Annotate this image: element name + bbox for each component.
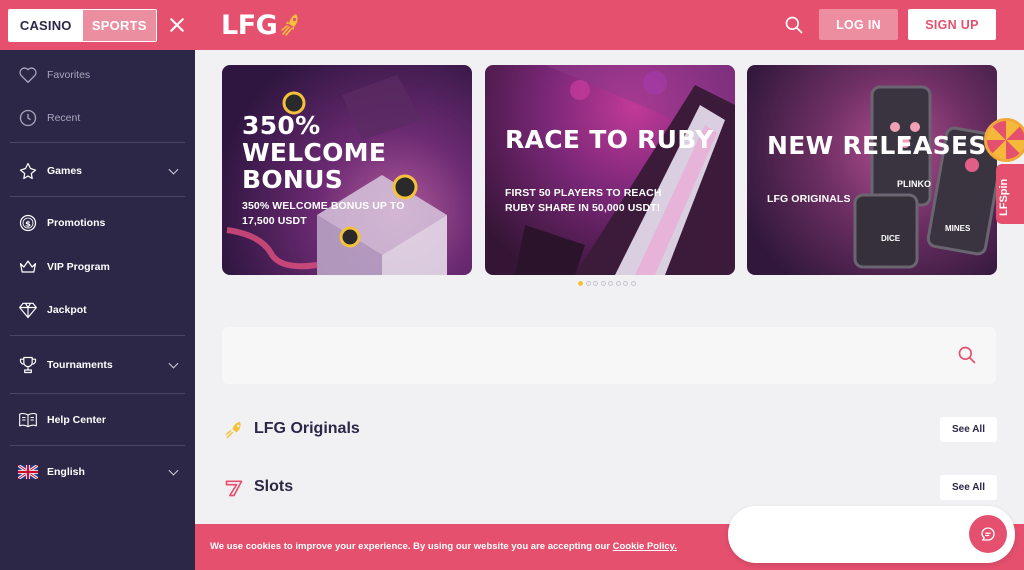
section-title: Slots bbox=[254, 478, 294, 495]
login-button[interactable]: LOG IN bbox=[819, 9, 898, 40]
sidebar-item-jackpot[interactable]: Jackpot bbox=[0, 299, 195, 321]
casino-tab[interactable]: CASINO bbox=[9, 9, 83, 41]
book-icon bbox=[18, 410, 38, 430]
carousel-dot[interactable] bbox=[600, 281, 606, 286]
carousel-dot[interactable] bbox=[608, 281, 613, 286]
sidebar-divider bbox=[10, 196, 185, 197]
chevron-down-icon bbox=[168, 465, 179, 476]
sidebar-item-label: Games bbox=[47, 165, 83, 177]
search-input[interactable] bbox=[238, 343, 938, 367]
sidebar-divider bbox=[10, 393, 185, 394]
game-cards-illustration bbox=[853, 85, 997, 269]
spin-wheel-icon bbox=[984, 118, 1024, 162]
sidebar-item-vip-program[interactable]: VIP Program bbox=[0, 256, 195, 278]
sidebar-item-label: VIP Program bbox=[47, 261, 110, 273]
plinko-label: PLINKO bbox=[897, 179, 932, 189]
carousel-dot[interactable] bbox=[630, 281, 636, 286]
chevron-down-icon bbox=[168, 358, 179, 369]
sidebar-divider bbox=[10, 335, 185, 336]
banner-subtitle: 350% WELCOME BONUS UP TO 17,500 USDT bbox=[242, 200, 405, 227]
sidebar-item-label: Recent bbox=[47, 112, 81, 124]
sidebar-item-label: Favorites bbox=[47, 69, 91, 81]
search-icon[interactable] bbox=[957, 345, 977, 365]
sidebar-item-tournaments[interactable]: Tournaments bbox=[0, 354, 195, 376]
sidebar: CASINO SPORTS Favorites Recent Games $ P… bbox=[0, 0, 195, 570]
diamond-icon bbox=[18, 300, 38, 320]
sidebar-item-label: English bbox=[47, 466, 85, 478]
mode-switch: CASINO SPORTS bbox=[8, 8, 157, 42]
sidebar-item-help-center[interactable]: Help Center bbox=[0, 409, 195, 431]
carousel-dot[interactable] bbox=[585, 281, 591, 286]
banner-title: 350% WELCOME BONUS bbox=[242, 111, 387, 194]
carousel-dot[interactable] bbox=[623, 281, 628, 286]
sidebar-item-label: Help Center bbox=[47, 414, 106, 426]
search-icon[interactable] bbox=[784, 15, 804, 35]
section-lfg-originals: LFG Originals See All bbox=[222, 417, 997, 443]
sidebar-item-favorites[interactable]: Favorites bbox=[0, 64, 195, 86]
cookie-message: We use cookies to improve your experienc… bbox=[210, 541, 677, 552]
clock-icon bbox=[18, 108, 38, 128]
race-car-illustration bbox=[515, 65, 735, 275]
sidebar-item-recent[interactable]: Recent bbox=[0, 107, 195, 129]
carousel-dots bbox=[578, 281, 636, 286]
lfspin-tab[interactable]: LFSpin bbox=[984, 118, 1024, 224]
sidebar-divider bbox=[10, 142, 185, 143]
sidebar-item-label: Tournaments bbox=[47, 359, 113, 371]
logo-text: LFG bbox=[221, 9, 278, 41]
see-all-button[interactable]: See All bbox=[940, 417, 997, 442]
seven-icon bbox=[224, 478, 244, 498]
chevron-down-icon bbox=[168, 164, 179, 175]
sidebar-item-label: Promotions bbox=[47, 217, 106, 229]
banner-new-releases[interactable]: PLINKO DICE MINES NEW RELEASES LFG ORIGI… bbox=[747, 65, 997, 275]
close-icon[interactable] bbox=[169, 17, 185, 33]
heart-icon bbox=[18, 65, 38, 85]
sidebar-top: CASINO SPORTS bbox=[0, 0, 195, 50]
top-header: LFG LOG IN SIGN UP bbox=[195, 0, 1024, 50]
banner-title: NEW RELEASES bbox=[767, 131, 987, 160]
dice-label: DICE bbox=[881, 234, 901, 243]
chat-icon[interactable] bbox=[969, 515, 1007, 553]
banner-subtitle: LFG ORIGINALS bbox=[767, 193, 851, 205]
lfspin-label: LFSpin bbox=[998, 178, 1010, 216]
signup-button[interactable]: SIGN UP bbox=[908, 9, 996, 40]
section-title: LFG Originals bbox=[254, 420, 360, 437]
games-icon bbox=[18, 161, 38, 181]
dollar-coin-icon: $ bbox=[18, 213, 38, 233]
mines-label: MINES bbox=[945, 224, 971, 233]
crown-icon bbox=[18, 257, 38, 277]
logo[interactable]: LFG bbox=[221, 9, 302, 41]
section-slots: Slots See All bbox=[222, 475, 997, 501]
rocket-icon bbox=[224, 420, 244, 440]
sidebar-divider bbox=[10, 445, 185, 446]
rocket-logo-icon bbox=[281, 14, 298, 36]
carousel-dot[interactable] bbox=[578, 281, 583, 286]
trophy-icon bbox=[18, 355, 38, 375]
carousel-dot[interactable] bbox=[615, 281, 621, 286]
sidebar-item-promotions[interactable]: $ Promotions bbox=[0, 212, 195, 234]
uk-flag-icon bbox=[18, 462, 38, 482]
banner-race-to-ruby[interactable]: RACE TO RUBY FIRST 50 PLAYERS TO REACH R… bbox=[485, 65, 735, 275]
sidebar-item-games[interactable]: Games bbox=[0, 160, 195, 182]
svg-text:$: $ bbox=[25, 218, 31, 228]
sports-tab[interactable]: SPORTS bbox=[82, 9, 156, 41]
sidebar-item-label: Jackpot bbox=[47, 304, 87, 316]
sidebar-item-language[interactable]: English bbox=[0, 461, 195, 483]
chat-widget[interactable] bbox=[728, 506, 1015, 563]
see-all-button[interactable]: See All bbox=[940, 475, 997, 500]
banner-subtitle: FIRST 50 PLAYERS TO REACH RUBY SHARE IN … bbox=[505, 187, 662, 214]
carousel-dot[interactable] bbox=[593, 281, 598, 286]
cookie-policy-link[interactable]: Cookie Policy. bbox=[613, 541, 677, 552]
game-search bbox=[222, 327, 996, 384]
banner-title: RACE TO RUBY bbox=[505, 125, 714, 154]
banner-welcome-bonus[interactable]: 350% WELCOME BONUS 350% WELCOME BONUS UP… bbox=[222, 65, 472, 275]
